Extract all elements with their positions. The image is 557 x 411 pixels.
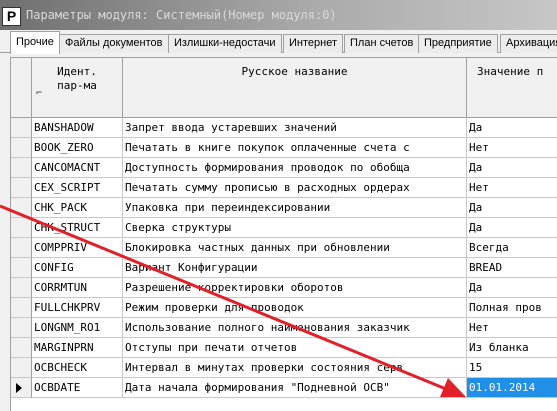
table-row[interactable]: OCBDATE Дата начала формирования "Подневн…: [11, 378, 557, 398]
table-row[interactable]: CANCOMACNT Доступность формирования прово…: [11, 158, 557, 178]
cell-param-id[interactable]: CONFIG: [32, 258, 123, 278]
row-indicator[interactable]: [11, 158, 32, 178]
column-header-russian-name[interactable]: Русское название: [123, 58, 467, 118]
cell-russian-name[interactable]: Печатать в книге покупок оплаченные счет…: [123, 138, 467, 158]
cell-value[interactable]: BREAD: [467, 258, 557, 278]
row-indicator[interactable]: [11, 138, 32, 158]
row-indicator[interactable]: [11, 298, 32, 318]
cell-value[interactable]: Да: [467, 198, 557, 218]
cell-param-id[interactable]: CHK_PACK: [32, 198, 123, 218]
cell-russian-name[interactable]: Упаковка при переиндексировании: [123, 198, 467, 218]
cell-russian-name[interactable]: Сверка структуры: [123, 218, 467, 238]
cell-russian-name[interactable]: Отступы при печати отчетов: [123, 338, 467, 358]
cell-russian-name[interactable]: Режим проверки для проводок: [123, 298, 467, 318]
tab-enterprise[interactable]: Предприятие: [418, 34, 498, 53]
cell-value[interactable]: Нет: [467, 178, 557, 198]
row-indicator[interactable]: [11, 318, 32, 338]
column-header-value[interactable]: Значение п: [467, 58, 557, 118]
table-row[interactable]: FULLCHKPRV Режим проверки для проводок Пол…: [11, 298, 557, 318]
parameters-grid[interactable]: Идент. пар-ма ⌐ Русское название Значени…: [10, 57, 557, 411]
row-indicator[interactable]: [11, 118, 32, 138]
cell-russian-name[interactable]: Печатать сумму прописью в расходных орде…: [123, 178, 467, 198]
cell-russian-name[interactable]: Доступность формирования проводок по обо…: [123, 158, 467, 178]
cell-param-id[interactable]: BANSHADOW: [32, 118, 123, 138]
row-indicator[interactable]: [11, 218, 32, 238]
table-row[interactable]: MARGINPRN Отступы при печати отчетов Из бл…: [11, 338, 557, 358]
cell-value[interactable]: Нет: [467, 318, 557, 338]
row-indicator[interactable]: [11, 338, 32, 358]
cell-param-id[interactable]: FULLCHKPRV: [32, 298, 123, 318]
table-row[interactable]: CEX_SCRIPT Печатать сумму прописью в расх…: [11, 178, 557, 198]
table-row[interactable]: CHK_PACK Упаковка при переиндексировании Д…: [11, 198, 557, 218]
cell-param-id[interactable]: CORRMTUN: [32, 278, 123, 298]
tab-chart-of-accounts[interactable]: План счетов: [344, 34, 420, 53]
cell-russian-name[interactable]: Дата начала формирования "Подневной ОСВ": [123, 378, 467, 398]
current-row-pointer-icon: [16, 383, 22, 393]
cell-russian-name[interactable]: Использование полного наименования заказ…: [123, 318, 467, 338]
column-header-id[interactable]: Идент. пар-ма ⌐: [32, 58, 123, 118]
row-indicator[interactable]: [11, 198, 32, 218]
cell-param-id[interactable]: CHK_STRUCT: [32, 218, 123, 238]
row-indicator[interactable]: [11, 278, 32, 298]
cell-value[interactable]: 15: [467, 358, 557, 378]
tab-document-files[interactable]: Файлы документов: [59, 34, 169, 53]
cell-value[interactable]: Да: [467, 278, 557, 298]
cell-russian-name[interactable]: Интервал в минутах проверки состояния се…: [123, 358, 467, 378]
cell-param-id[interactable]: BOOK_ZERO: [32, 138, 123, 158]
cell-param-id[interactable]: COMPPRIV: [32, 238, 123, 258]
table-row[interactable]: OCBCHECK Интервал в минутах проверки сост…: [11, 358, 557, 378]
tab-internet[interactable]: Интернет: [283, 34, 343, 53]
cell-param-id[interactable]: OCBCHECK: [32, 358, 123, 378]
column-header-id-line1: Идент.: [57, 65, 97, 78]
row-indicator[interactable]: [11, 358, 32, 378]
table-row[interactable]: CORRMTUN Разрешение корректировки оборото…: [11, 278, 557, 298]
cell-value[interactable]: Полная пров: [467, 298, 557, 318]
app-icon: Р: [2, 7, 21, 26]
cell-param-id[interactable]: OCBDATE: [32, 378, 123, 398]
tab-surplus-shortage[interactable]: Излишки-недостачи: [168, 34, 282, 53]
cell-russian-name[interactable]: Запрет ввода устаревших значений: [123, 118, 467, 138]
header-indicator: [11, 58, 32, 118]
cell-param-id[interactable]: LONGNM_RO1: [32, 318, 123, 338]
cell-value[interactable]: Нет: [467, 138, 557, 158]
table-row[interactable]: BOOK_ZERO Печатать в книге покупок оплаче…: [11, 138, 557, 158]
row-indicator[interactable]: [11, 378, 32, 398]
cell-value[interactable]: 01.01.2014: [467, 378, 557, 398]
row-indicator[interactable]: [11, 258, 32, 278]
column-header-value-label: Значение п: [477, 65, 544, 78]
cell-russian-name[interactable]: Разрешение корректировки оборотов: [123, 278, 467, 298]
row-indicator[interactable]: [11, 238, 32, 258]
table-row[interactable]: CHK_STRUCT Сверка структуры Да: [11, 218, 557, 238]
column-header-russian-name-label: Русское название: [241, 65, 348, 78]
tab-strip: Прочие Файлы документов Излишки-недостач…: [0, 30, 557, 54]
cell-value[interactable]: Из бланка: [467, 338, 557, 358]
table-row[interactable]: CONFIG Вариант Конфигурации BREAD: [11, 258, 557, 278]
table-row[interactable]: COMPPRIV Блокировка частных данных при об…: [11, 238, 557, 258]
cell-value[interactable]: Всегда: [467, 238, 557, 258]
cell-param-id[interactable]: MARGINPRN: [32, 338, 123, 358]
window-title: Параметры модуля: Системный(Номер модуля…: [26, 8, 337, 22]
cell-russian-name[interactable]: Блокировка частных данных при обновлении: [123, 238, 467, 258]
table-row[interactable]: BANSHADOW Запрет ввода устаревших значени…: [11, 118, 557, 138]
tab-archiving[interactable]: Архивация: [500, 34, 557, 53]
row-indicator[interactable]: [11, 178, 32, 198]
cell-param-id[interactable]: CEX_SCRIPT: [32, 178, 123, 198]
cell-value[interactable]: Да: [467, 118, 557, 138]
cell-value[interactable]: Да: [467, 218, 557, 238]
sort-indicator-icon: ⌐: [36, 88, 43, 99]
tab-misc[interactable]: Прочие: [10, 31, 60, 54]
cell-russian-name[interactable]: Вариант Конфигурации: [123, 258, 467, 278]
title-bar[interactable]: Р Параметры модуля: Системный(Номер моду…: [0, 0, 557, 30]
table-row[interactable]: LONGNM_RO1 Использование полного наименов…: [11, 318, 557, 338]
cell-param-id[interactable]: CANCOMACNT: [32, 158, 123, 178]
cell-value[interactable]: Да: [467, 158, 557, 178]
column-header-id-line2: пар-ма: [57, 79, 97, 92]
